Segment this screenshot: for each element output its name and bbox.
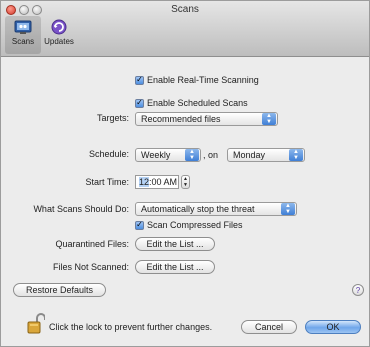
window-title: Scans: [171, 4, 199, 15]
help-icon: ?: [355, 285, 361, 295]
checkmark-icon: ✓: [135, 98, 144, 108]
quarantined-label: Quarantined Files:: [55, 239, 129, 249]
action-popup[interactable]: Automatically stop the threat ▲ ▼: [135, 202, 297, 216]
toolbar-tab-scans-label: Scans: [11, 37, 35, 46]
action-value: Automatically stop the threat: [141, 204, 255, 214]
preferences-window: Scans Scans Updates ✓ Enable Real-Time S…: [0, 0, 370, 347]
enable-realtime-checkbox[interactable]: ✓ Enable Real-Time Scanning: [135, 75, 259, 85]
checkmark-icon: ✓: [135, 220, 144, 230]
start-time-hour: 12: [139, 177, 150, 187]
schedule-day-popup[interactable]: Monday ▲ ▼: [227, 148, 305, 162]
enable-realtime-label: Enable Real-Time Scanning: [147, 75, 259, 85]
title-bar: Scans Scans Updates: [1, 1, 369, 57]
toolbar-tab-updates-label: Updates: [44, 37, 74, 46]
start-time-stepper[interactable]: ▲ ▼: [181, 175, 190, 189]
restore-defaults-button[interactable]: Restore Defaults: [13, 283, 106, 297]
cancel-button[interactable]: Cancel: [241, 320, 297, 334]
toolbar-tab-updates[interactable]: Updates: [41, 16, 77, 46]
start-time-rest: :00 AM: [149, 177, 178, 187]
targets-label: Targets:: [96, 113, 129, 123]
start-time-field[interactable]: 12:00 AM: [135, 175, 179, 189]
schedule-frequency-value: Weekly: [141, 150, 171, 160]
checkmark-icon: ✓: [135, 75, 144, 85]
not-scanned-label: Files Not Scanned:: [52, 262, 129, 272]
toolbar-tab-scans[interactable]: Scans: [5, 16, 41, 54]
updates-icon: [51, 19, 67, 35]
quarantined-edit-button[interactable]: Edit the List ...: [135, 237, 215, 251]
scan-settings-pane: ✓ Enable Real-Time Scanning ✓ Enable Sch…: [1, 58, 369, 346]
schedule-frequency-popup[interactable]: Weekly ▲ ▼: [135, 148, 201, 162]
popup-arrows-icon: ▲ ▼: [281, 203, 295, 215]
popup-arrows-icon: ▲ ▼: [262, 113, 276, 125]
targets-popup[interactable]: Recommended files ▲ ▼: [135, 112, 278, 126]
targets-value: Recommended files: [141, 114, 221, 124]
stepper-down-icon: ▼: [183, 182, 188, 188]
schedule-day-value: Monday: [233, 150, 266, 160]
not-scanned-edit-button[interactable]: Edit the List ...: [135, 260, 215, 274]
help-button[interactable]: ?: [352, 284, 364, 296]
enable-scheduled-checkbox[interactable]: ✓ Enable Scheduled Scans: [135, 98, 248, 108]
action-label: What Scans Should Do:: [33, 204, 129, 214]
unlocked-padlock-icon[interactable]: [27, 313, 45, 335]
start-time-label: Start Time:: [85, 177, 129, 187]
popup-arrows-icon: ▲ ▼: [289, 149, 303, 161]
ok-button[interactable]: OK: [305, 320, 361, 334]
popup-arrows-icon: ▲ ▼: [185, 149, 199, 161]
lock-message: Click the lock to prevent further change…: [49, 322, 213, 332]
scans-icon: [14, 20, 32, 34]
scan-compressed-checkbox[interactable]: ✓ Scan Compressed Files: [135, 220, 243, 230]
scan-compressed-label: Scan Compressed Files: [147, 220, 243, 230]
enable-scheduled-label: Enable Scheduled Scans: [147, 98, 248, 108]
schedule-on-label: , on: [203, 150, 219, 160]
schedule-label: Schedule:: [88, 149, 129, 159]
